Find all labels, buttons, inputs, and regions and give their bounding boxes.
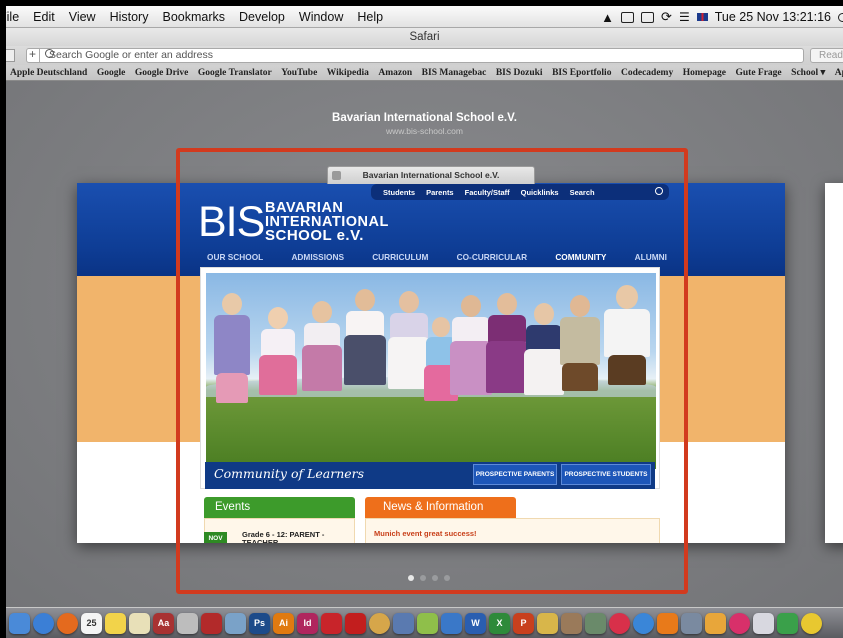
preview-icon[interactable] <box>225 612 246 634</box>
starfish-icon[interactable] <box>537 612 558 634</box>
image-capture-icon[interactable] <box>585 612 606 634</box>
music-icon[interactable] <box>729 612 750 634</box>
photo-booth-icon[interactable] <box>201 612 222 634</box>
menu-bookmarks[interactable]: Bookmarks <box>155 10 232 24</box>
page-dot[interactable] <box>444 575 450 581</box>
vlc-icon[interactable] <box>657 612 678 634</box>
bookmark-item[interactable]: YouTube <box>281 68 317 78</box>
flash-icon[interactable] <box>321 612 342 634</box>
textwrangler-icon[interactable] <box>417 612 438 634</box>
powerpoint-icon[interactable]: P <box>513 612 534 634</box>
pages-icon[interactable] <box>705 612 726 634</box>
dock: 25 Aa Ps Ai Id W X P <box>6 607 843 638</box>
tools-icon[interactable] <box>681 612 702 634</box>
drive-icon[interactable] <box>777 612 798 634</box>
excel-icon[interactable]: X <box>489 612 510 634</box>
dictionary-icon[interactable]: Aa <box>153 612 174 634</box>
window-title: Safari <box>409 31 440 43</box>
coda-icon[interactable] <box>369 612 390 634</box>
word-icon[interactable]: W <box>465 612 486 634</box>
tab-page-title: Bavarian International School e.V. <box>332 112 517 124</box>
bookmark-item[interactable]: Apple <box>835 68 843 78</box>
page-dot[interactable] <box>420 575 426 581</box>
tab-page-url: www.bis-school.com <box>386 126 463 136</box>
illustrator-icon[interactable]: Ai <box>273 612 294 634</box>
spotlight-icon[interactable] <box>838 12 843 22</box>
safari-icon[interactable] <box>33 612 54 634</box>
reader-button[interactable]: Reader <box>810 48 843 63</box>
time-machine-icon[interactable]: ⟳ <box>661 9 672 25</box>
calendar-icon[interactable]: 25 <box>81 612 102 634</box>
bookmark-item[interactable]: School ▾ <box>791 67 825 78</box>
mail-icon[interactable] <box>753 612 774 634</box>
menu-window[interactable]: Window <box>292 10 350 24</box>
itunes-icon[interactable] <box>609 612 630 634</box>
sidebar-button[interactable] <box>6 49 15 62</box>
menu-develop[interactable]: Develop <box>232 10 292 24</box>
search-icon <box>45 49 54 58</box>
tab-overview: Bavarian International School e.V. www.b… <box>6 81 843 607</box>
photoshop-icon[interactable]: Ps <box>249 612 270 634</box>
stickies-icon[interactable] <box>105 612 126 634</box>
menu-edit[interactable]: Edit <box>26 10 62 24</box>
firefox-icon[interactable] <box>57 612 78 634</box>
clock[interactable]: Tue 25 Nov 13:21:16 <box>715 10 831 24</box>
bookmark-item[interactable]: BIS Dozuki <box>496 68 543 78</box>
notes-icon[interactable] <box>129 612 150 634</box>
menu-history[interactable]: History <box>103 10 156 24</box>
bookmark-item[interactable]: Google Drive <box>135 68 189 78</box>
toolbar: Search Google or enter an address + Read… <box>6 46 843 65</box>
flag-uk-icon[interactable] <box>696 13 708 21</box>
menu-view[interactable]: View <box>62 10 103 24</box>
address-bar[interactable]: Search Google or enter an address <box>26 48 804 63</box>
bookmark-item[interactable]: Wikipedia <box>327 68 369 78</box>
bookmark-item[interactable]: Amazon <box>378 68 412 78</box>
highlight-frame <box>176 148 688 594</box>
page-dot[interactable] <box>432 575 438 581</box>
menu-bar: File Edit View History Bookmarks Develop… <box>6 6 843 28</box>
bookmark-item[interactable]: Homepage <box>683 68 726 78</box>
menu-file[interactable]: File <box>6 10 26 24</box>
xcode-icon[interactable] <box>393 612 414 634</box>
bookmark-item[interactable]: Google <box>97 68 126 78</box>
brushes-icon[interactable] <box>561 612 582 634</box>
menu-help[interactable]: Help <box>350 10 390 24</box>
menu-extras: ▲ ⟳ ☰ Tue 25 Nov 13:21:16 <box>601 6 843 28</box>
bookmark-item[interactable]: Gute Frage <box>735 68 781 78</box>
acrobat-icon[interactable] <box>345 612 366 634</box>
bookmark-item[interactable]: BIS Eportfolio <box>552 68 611 78</box>
evernote-icon[interactable] <box>621 11 635 23</box>
airplay-icon[interactable] <box>641 11 655 23</box>
window-title-bar: Safari <box>6 28 843 46</box>
app-store-icon[interactable] <box>633 612 654 634</box>
bookmarks-bar: Apple Deutschland Google Google Drive Go… <box>6 65 843 81</box>
address-placeholder: Search Google or enter an address <box>49 49 214 61</box>
bookmark-item[interactable]: Google Translator <box>198 68 272 78</box>
next-tab-thumbnail[interactable] <box>825 183 843 543</box>
keynote-icon[interactable] <box>441 612 462 634</box>
finder-icon[interactable] <box>9 612 30 634</box>
calculator-icon[interactable] <box>177 612 198 634</box>
bookmark-item[interactable]: Apple Deutschland <box>10 68 87 78</box>
wifi-icon[interactable]: ☰ <box>679 10 690 24</box>
add-bookmark-button[interactable]: + <box>26 48 40 63</box>
screen: File Edit View History Bookmarks Develop… <box>6 6 843 638</box>
indesign-icon[interactable]: Id <box>297 612 318 634</box>
bookmark-item[interactable]: Codecademy <box>621 68 673 78</box>
dropbox-icon[interactable]: ▲ <box>601 10 614 25</box>
page-indicator <box>408 575 450 581</box>
bookmark-item[interactable]: BIS Managebac <box>422 68 487 78</box>
page-dot[interactable] <box>408 575 414 581</box>
chrome-icon[interactable] <box>801 612 822 634</box>
